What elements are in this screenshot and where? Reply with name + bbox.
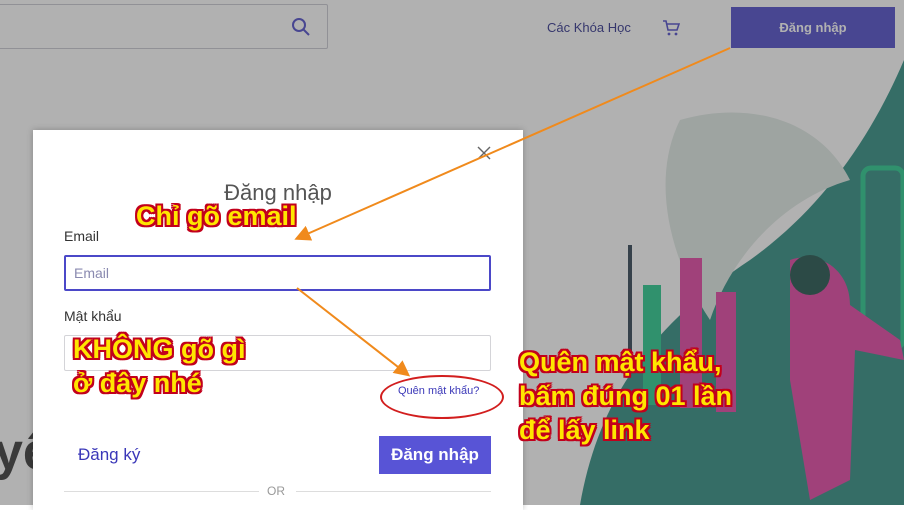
login-submit-button[interactable]: Đăng nhập bbox=[379, 436, 491, 474]
annotation-password-note: KHÔNG gõ gì ở đây nhé bbox=[73, 333, 245, 401]
annotation-forgot-line1: Quên mật khẩu, bbox=[519, 347, 722, 377]
divider-left bbox=[64, 491, 259, 492]
email-label: Email bbox=[64, 228, 100, 244]
annotation-email-note: Chỉ gõ email bbox=[136, 201, 297, 231]
login-modal: Đăng nhập Email Mật khẩu Quên mật khẩu? … bbox=[33, 130, 523, 510]
divider-right bbox=[296, 491, 491, 492]
forgot-link-highlight-ellipse bbox=[380, 375, 504, 419]
close-icon[interactable] bbox=[476, 145, 492, 161]
annotation-password-line1: KHÔNG gõ gì bbox=[73, 334, 246, 364]
register-link[interactable]: Đăng ký bbox=[78, 445, 140, 465]
annotation-forgot-line3: để lấy link bbox=[519, 414, 650, 445]
annotation-forgot-note: Quên mật khẩu, bấm đúng 01 lần để lấy li… bbox=[519, 346, 732, 447]
annotation-password-line2: ở đây nhé bbox=[73, 367, 202, 398]
annotation-forgot-line2: bấm đúng 01 lần bbox=[519, 380, 733, 411]
or-divider-text: OR bbox=[267, 484, 285, 498]
password-label: Mật khẩu bbox=[64, 308, 122, 324]
email-field[interactable] bbox=[64, 255, 491, 291]
